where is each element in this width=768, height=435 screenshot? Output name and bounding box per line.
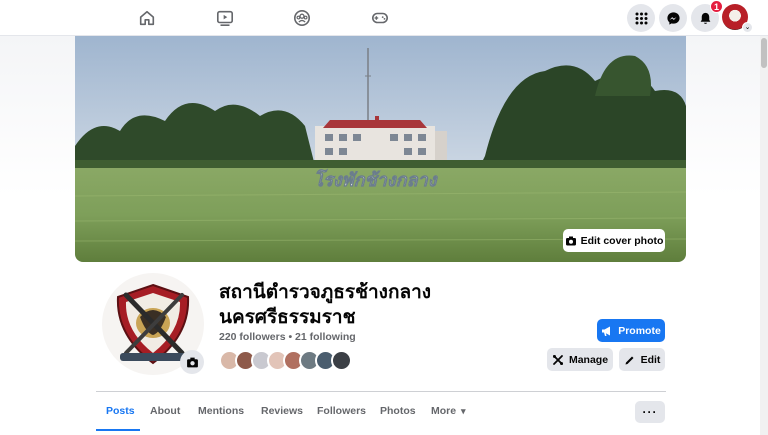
edit-label: Edit <box>640 353 661 366</box>
caret-down-icon: ▾ <box>461 406 466 416</box>
page-title: สถานีตำรวจภูธรช้างกลาง นครศรีธรรมราช <box>219 282 432 328</box>
promote-label: Promote <box>618 324 661 337</box>
bell-icon <box>700 12 710 24</box>
tab-more-label: More <box>431 405 457 417</box>
grid-icon <box>635 12 647 24</box>
chevron-down-icon: ⌄ <box>742 22 753 33</box>
scrollbar-thumb[interactable] <box>761 38 767 68</box>
tools-icon <box>552 354 563 365</box>
video-icon[interactable] <box>214 7 236 29</box>
notification-badge: 1 <box>710 0 723 13</box>
tab-about[interactable]: About <box>150 405 180 417</box>
tab-reviews[interactable]: Reviews <box>261 405 303 417</box>
account-avatar[interactable]: ⌄ <box>722 4 753 33</box>
manage-button[interactable]: Manage <box>547 348 613 371</box>
camera-icon <box>565 236 576 245</box>
notifications-button[interactable]: 1 <box>691 0 723 32</box>
tab-more[interactable]: More ▾ <box>431 405 466 417</box>
scrollbar-track[interactable] <box>760 36 768 435</box>
edit-button[interactable]: Edit <box>619 348 665 371</box>
follower-stats[interactable]: 220 followers • 21 following <box>219 331 356 343</box>
more-options-button[interactable]: ··· <box>635 401 665 423</box>
top-navigation: 1 ⌄ <box>0 0 768 36</box>
cover-sign-text: โรงพักช้างกลาง <box>314 169 439 191</box>
messenger-icon <box>666 11 680 25</box>
manage-label: Manage <box>568 353 609 366</box>
gaming-icon[interactable] <box>369 7 391 29</box>
edit-cover-photo-button[interactable]: Edit cover photo <box>563 229 665 252</box>
update-profile-picture-button[interactable] <box>180 350 204 374</box>
tab-mentions[interactable]: Mentions <box>198 405 244 417</box>
groups-icon[interactable] <box>291 7 313 29</box>
active-tab-indicator <box>96 429 140 431</box>
messenger-button[interactable] <box>659 4 687 32</box>
megaphone-icon <box>602 326 611 336</box>
camera-icon <box>186 357 198 367</box>
tab-photos[interactable]: Photos <box>380 405 416 417</box>
tab-followers[interactable]: Followers <box>317 405 366 417</box>
edit-cover-photo-label: Edit cover photo <box>580 234 664 247</box>
tab-posts[interactable]: Posts <box>106 405 135 417</box>
pencil-icon <box>625 356 634 364</box>
menu-grid-button[interactable] <box>627 4 655 32</box>
follower-avatar[interactable] <box>331 350 352 371</box>
divider <box>96 391 666 392</box>
follower-avatars[interactable] <box>219 350 352 371</box>
promote-button[interactable]: Promote <box>597 319 665 342</box>
home-icon[interactable] <box>136 7 158 29</box>
